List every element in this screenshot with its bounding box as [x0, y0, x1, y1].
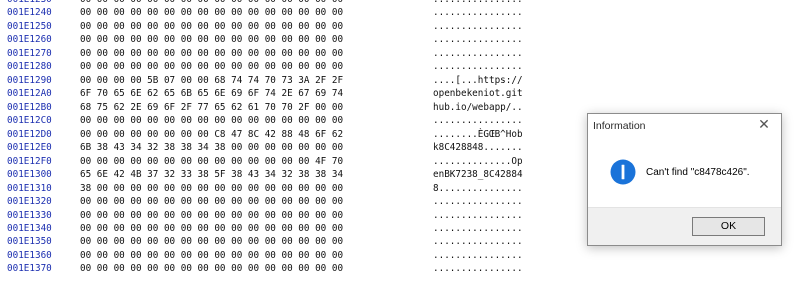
row-hex-bytes[interactable]: 00 00 00 00 00 00 00 00 C8 47 8C 42 88 4… — [80, 128, 343, 141]
row-ascii[interactable]: ................ — [433, 235, 523, 248]
row-address: 001E12D0 — [7, 128, 52, 140]
hex-row[interactable]: 001E1300 65 6E 42 4B 37 32 33 38 5F 38 43… — [0, 168, 560, 181]
hex-row[interactable]: 001E1280 00 00 00 00 00 00 00 00 00 00 00… — [0, 60, 560, 73]
row-address: 001E1350 — [7, 236, 52, 248]
hex-row[interactable]: 001E1360 00 00 00 00 00 00 00 00 00 00 00… — [0, 249, 560, 262]
hex-row[interactable]: 001E1370 00 00 00 00 00 00 00 00 00 00 00… — [0, 262, 560, 275]
dialog-message: Can't find "c8478c426". — [646, 167, 750, 178]
hex-row[interactable]: 001E1350 00 00 00 00 00 00 00 00 00 00 00… — [0, 235, 560, 248]
row-hex-bytes[interactable]: 00 00 00 00 00 00 00 00 00 00 00 00 00 0… — [80, 33, 343, 46]
row-ascii[interactable]: ..............Op — [433, 155, 523, 168]
hex-row[interactable]: 001E1340 00 00 00 00 00 00 00 00 00 00 00… — [0, 222, 560, 235]
hex-row[interactable]: 001E12E0 6B 38 43 34 32 38 38 34 38 00 00… — [0, 141, 560, 154]
row-hex-bytes[interactable]: 00 00 00 00 00 00 00 00 00 00 00 00 00 0… — [80, 249, 343, 262]
dialog-title: Information — [593, 120, 646, 132]
row-hex-bytes[interactable]: 00 00 00 00 00 00 00 00 00 00 00 00 00 0… — [80, 6, 343, 19]
row-ascii[interactable]: enBK7238_8C42884 — [433, 168, 523, 181]
row-ascii[interactable]: k8C428848....... — [433, 141, 523, 154]
hex-row[interactable]: 001E1290 00 00 00 00 5B 07 00 00 68 74 74… — [0, 74, 560, 87]
hex-row[interactable]: 001E12C0 00 00 00 00 00 00 00 00 00 00 00… — [0, 114, 560, 127]
close-icon[interactable]: ✕ — [757, 117, 771, 131]
hex-row[interactable]: 001E1310 38 00 00 00 00 00 00 00 00 00 00… — [0, 182, 560, 195]
row-hex-bytes[interactable]: 00 00 00 00 00 00 00 00 00 00 00 00 00 0… — [80, 235, 343, 248]
row-ascii[interactable]: ................ — [433, 249, 523, 262]
row-hex-bytes[interactable]: 00 00 00 00 00 00 00 00 00 00 00 00 00 0… — [80, 47, 343, 60]
row-address: 001E12A0 — [7, 88, 52, 100]
row-address: 001E12C0 — [7, 115, 52, 127]
info-icon — [610, 159, 636, 185]
hex-row[interactable]: 001E12A0 6F 70 65 6E 62 65 6B 65 6E 69 6F… — [0, 87, 560, 100]
row-address: 001E1310 — [7, 182, 52, 194]
hex-row[interactable]: 001E12F0 00 00 00 00 00 00 00 00 00 00 00… — [0, 155, 560, 168]
hex-row[interactable]: 001E12D0 00 00 00 00 00 00 00 00 C8 47 8C… — [0, 128, 560, 141]
row-ascii[interactable]: openbekeniot.git — [433, 87, 523, 100]
row-hex-bytes[interactable]: 00 00 00 00 5B 07 00 00 68 74 74 70 73 3… — [80, 74, 343, 87]
row-ascii[interactable]: ................ — [433, 6, 523, 19]
row-ascii[interactable]: ................ — [433, 262, 523, 275]
hex-row[interactable]: 001E1320 00 00 00 00 00 00 00 00 00 00 00… — [0, 195, 560, 208]
row-ascii[interactable]: ................ — [433, 33, 523, 46]
hex-view[interactable]: 001E123000 00 00 00 00 00 00 00 00 00 00… — [0, 0, 560, 276]
row-address: 001E1240 — [7, 7, 52, 19]
dialog-footer: OK — [588, 207, 781, 245]
row-hex-bytes[interactable]: 6F 70 65 6E 62 65 6B 65 6E 69 6F 74 2E 6… — [80, 87, 343, 100]
row-ascii[interactable]: ....[...https:// — [433, 74, 523, 87]
row-ascii[interactable]: ................ — [433, 47, 523, 60]
row-hex-bytes[interactable]: 00 00 00 00 00 00 00 00 00 00 00 00 00 0… — [80, 60, 343, 73]
hex-row[interactable]: 001E1250 00 00 00 00 00 00 00 00 00 00 00… — [0, 20, 560, 33]
row-address: 001E1330 — [7, 209, 52, 221]
row-address: 001E1270 — [7, 47, 52, 59]
row-address: 001E1320 — [7, 196, 52, 208]
ok-button[interactable]: OK — [692, 217, 765, 236]
hex-row[interactable]: 001E1240 00 00 00 00 00 00 00 00 00 00 00… — [0, 6, 560, 19]
information-dialog: Information ✕ Can't find "c8478c426". OK — [587, 113, 782, 246]
row-address: 001E12F0 — [7, 155, 52, 167]
row-hex-bytes[interactable]: 00 00 00 00 00 00 00 00 00 00 00 00 00 0… — [80, 222, 343, 235]
row-hex-bytes[interactable]: 6B 38 43 34 32 38 38 34 38 00 00 00 00 0… — [80, 141, 343, 154]
row-address: 001E1340 — [7, 222, 52, 234]
row-address: 001E1370 — [7, 263, 52, 275]
row-address: 001E12B0 — [7, 101, 52, 113]
row-ascii[interactable]: ........ÈGŒB^Hob — [433, 128, 523, 141]
row-hex-bytes[interactable]: 65 6E 42 4B 37 32 33 38 5F 38 43 34 32 3… — [80, 168, 343, 181]
row-ascii[interactable]: hub.io/webapp/.. — [433, 101, 523, 114]
hex-row[interactable]: 001E1330 00 00 00 00 00 00 00 00 00 00 00… — [0, 209, 560, 222]
row-hex-bytes[interactable]: 38 00 00 00 00 00 00 00 00 00 00 00 00 0… — [80, 182, 343, 195]
row-address: 001E12E0 — [7, 142, 52, 154]
row-ascii[interactable]: ................ — [433, 195, 523, 208]
hex-row[interactable]: 001E1270 00 00 00 00 00 00 00 00 00 00 00… — [0, 47, 560, 60]
row-address: 001E1260 — [7, 34, 52, 46]
hex-row[interactable]: 001E12B0 68 75 62 2E 69 6F 2F 77 65 62 61… — [0, 101, 560, 114]
row-address: 001E1360 — [7, 249, 52, 261]
row-ascii[interactable]: ................ — [433, 114, 523, 127]
row-address: 001E1280 — [7, 61, 52, 73]
row-hex-bytes[interactable]: 00 00 00 00 00 00 00 00 00 00 00 00 00 0… — [80, 114, 343, 127]
row-hex-bytes[interactable]: 00 00 00 00 00 00 00 00 00 00 00 00 00 0… — [80, 262, 343, 275]
row-hex-bytes[interactable]: 00 00 00 00 00 00 00 00 00 00 00 00 00 0… — [80, 155, 343, 168]
row-hex-bytes[interactable]: 00 00 00 00 00 00 00 00 00 00 00 00 00 0… — [80, 209, 343, 222]
row-address: 001E1250 — [7, 20, 52, 32]
row-ascii[interactable]: ................ — [433, 222, 523, 235]
row-hex-bytes[interactable]: 00 00 00 00 00 00 00 00 00 00 00 00 00 0… — [80, 195, 343, 208]
row-hex-bytes[interactable]: 68 75 62 2E 69 6F 2F 77 65 62 61 70 70 2… — [80, 101, 343, 114]
row-hex-bytes[interactable]: 00 00 00 00 00 00 00 00 00 00 00 00 00 0… — [80, 20, 343, 33]
row-ascii[interactable]: ................ — [433, 209, 523, 222]
hex-row[interactable]: 001E1260 00 00 00 00 00 00 00 00 00 00 00… — [0, 33, 560, 46]
row-address: 001E1290 — [7, 74, 52, 86]
row-ascii[interactable]: 8............... — [433, 182, 523, 195]
row-address: 001E1300 — [7, 169, 52, 181]
row-ascii[interactable]: ................ — [433, 20, 523, 33]
row-ascii[interactable]: ................ — [433, 60, 523, 73]
